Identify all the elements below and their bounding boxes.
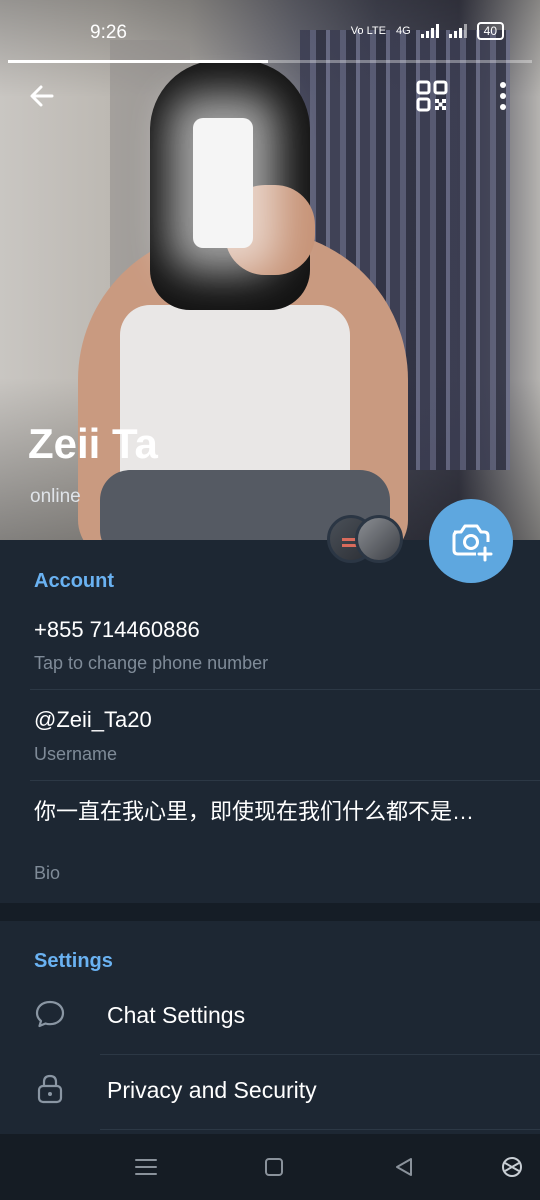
- lock-icon: [37, 1074, 63, 1104]
- camera-add-icon: [452, 524, 493, 562]
- phone-hint: Tap to change phone number: [34, 653, 269, 673]
- more-options-icon[interactable]: [495, 80, 511, 112]
- settings-section-title: Settings: [34, 950, 113, 972]
- status-time: 9:26: [90, 22, 127, 43]
- signal-icon-2: [448, 24, 467, 38]
- settings-item-label: Chat Settings: [107, 1002, 246, 1028]
- bio-label: Bio: [34, 863, 61, 883]
- back-triangle-icon[interactable]: [391, 1154, 417, 1180]
- username[interactable]: @Zeii_Ta20: [34, 707, 152, 733]
- section-separator: [0, 903, 540, 921]
- divider: [30, 689, 540, 690]
- back-arrow-icon[interactable]: [26, 80, 58, 112]
- qr-code-icon[interactable]: [416, 80, 448, 112]
- divider: [30, 780, 540, 781]
- home-icon[interactable]: [261, 1154, 287, 1180]
- battery-indicator: 40: [476, 22, 504, 40]
- phone-number[interactable]: +855 714460886: [34, 617, 200, 643]
- network-4g-indicator: 4G: [395, 25, 411, 37]
- photo-thumbnail[interactable]: [355, 515, 403, 563]
- divider: [100, 1129, 540, 1130]
- system-navigation-bar: [0, 1134, 540, 1200]
- story-progress: [8, 60, 532, 63]
- account-section-title: Account: [34, 570, 114, 592]
- chat-bubble-icon: [35, 1000, 65, 1028]
- status-bar: 9:26 Vo LTE 4G 40: [0, 0, 540, 63]
- status-icons: Vo LTE 4G 40: [351, 22, 504, 40]
- profile-photo-thumbnails[interactable]: [327, 515, 407, 565]
- profile-name: Zeii Ta: [28, 420, 158, 467]
- username-label: Username: [34, 744, 118, 764]
- volte-indicator: Vo LTE: [350, 25, 386, 37]
- settings-item-privacy-security[interactable]: Privacy and Security: [0, 1055, 540, 1129]
- recent-apps-icon[interactable]: [133, 1154, 159, 1180]
- signal-icon: [420, 24, 439, 38]
- profile-status: online: [30, 486, 81, 507]
- bio-text[interactable]: 你一直在我心里，即使现在我们什么都不是…: [34, 798, 474, 826]
- settings-item-chat-settings[interactable]: Chat Settings: [0, 980, 540, 1054]
- settings-item-label: Privacy and Security: [107, 1077, 317, 1103]
- set-photo-button[interactable]: [429, 499, 513, 583]
- photo-phone-flash: [193, 118, 253, 248]
- assistant-icon[interactable]: [499, 1154, 525, 1180]
